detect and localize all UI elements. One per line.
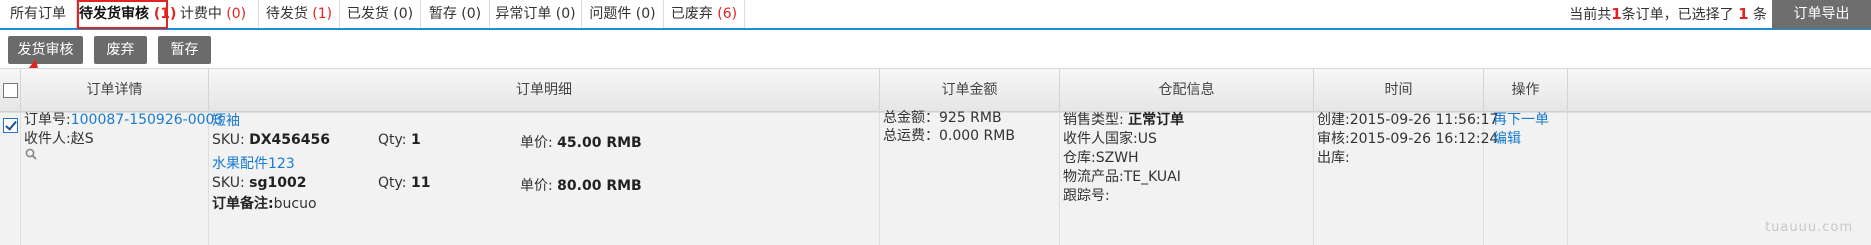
summary-suffix: 条 (1753, 7, 1767, 23)
total-amount: 总金额：925 RMB (883, 110, 1002, 126)
column-time: 时间 (1314, 69, 1484, 112)
order-number: 订单号:100087-150926-0003 (24, 109, 223, 129)
summary-selected: 1 (1738, 5, 1749, 23)
tab-on-hold[interactable]: 暂存 (0) (421, 0, 490, 28)
tab-label: 问题件 (589, 6, 632, 22)
order-remark: 订单备注:bucuo (212, 193, 317, 213)
sku-value: sg1002 (249, 175, 307, 191)
qty-label: Qty: (378, 175, 407, 191)
table-row[interactable]: 订单号:100087-150926-0003 收件人:赵S 短袖 SKU: DX… (0, 110, 1871, 245)
order-number-label: 订单号: (24, 112, 71, 128)
sale-type-label: 销售类型: (1063, 112, 1124, 128)
search-icon[interactable] (25, 148, 37, 160)
item-qty: Qty: 11 (378, 175, 430, 191)
tab-problem-items[interactable]: 问题件 (0) (582, 0, 664, 28)
price-value: 45.00 RMB (557, 135, 642, 151)
reviewed-time: 审核:2015-09-26 16:12:24 (1317, 131, 1499, 147)
summary-prefix: 当前共 (1569, 7, 1612, 23)
select-all-checkbox[interactable] (3, 83, 18, 98)
tab-shipped[interactable]: 已发货 (0) (340, 0, 421, 28)
item-qty: Qty: 1 (378, 132, 421, 148)
orders-table-header: 订单详情 订单明细 订单金额 仓配信息 时间 操作 (0, 68, 1871, 112)
receiver: 收件人:赵S (24, 131, 94, 147)
sku-label: SKU: (212, 132, 245, 148)
selection-summary: 当前共1条订单，已选择了 1 条 (1569, 0, 1767, 28)
tab-label: 已发货 (346, 6, 389, 22)
receiver-country: 收件人国家:US (1063, 131, 1157, 147)
item-name-link[interactable]: 短袖 (212, 110, 240, 130)
tab-discarded[interactable]: 已废弃 (6) (664, 0, 745, 28)
item-price: 单价: 80.00 RMB (520, 175, 642, 195)
qty-value: 1 (410, 132, 421, 148)
tab-pending-review[interactable]: 待发货审核 (1) (77, 0, 176, 29)
remark-label: 订单备注: (212, 196, 274, 212)
tab-billing[interactable]: 计费中 (0) (168, 0, 259, 28)
tab-label: 所有订单 (10, 6, 66, 22)
tab-all-orders[interactable]: 所有订单 (0, 0, 77, 28)
item-name-link[interactable]: 水果配件123 (212, 153, 295, 173)
summary-middle: 条订单，已选择了 (1621, 7, 1734, 23)
order-number-link[interactable]: 100087-150926-0003 (71, 112, 224, 128)
qty-value: 11 (410, 175, 431, 191)
tab-count: (0) (635, 6, 656, 22)
row-select-cell (0, 113, 21, 245)
tab-count: (0) (226, 6, 247, 22)
tab-exception-orders[interactable]: 异常订单 (0) (490, 0, 582, 28)
tab-label: 已废弃 (670, 6, 713, 22)
column-warehouse-info: 仓配信息 (1060, 69, 1314, 112)
tab-count: (1) (312, 6, 333, 22)
sale-type-value: 正常订单 (1128, 112, 1185, 128)
created-time: 创建:2015-09-26 11:56:17 (1317, 112, 1499, 128)
summary-total: 1 (1611, 5, 1622, 23)
price-value: 80.00 RMB (557, 178, 642, 194)
sale-type: 销售类型: 正常订单 (1063, 109, 1184, 129)
warehouse-info-cell: 销售类型: 正常订单 收件人国家:US 仓库:SZWH 物流产品:TE_KUAI… (1060, 112, 1314, 245)
tab-count: (0) (555, 6, 576, 22)
tab-label: 异常订单 (495, 6, 552, 22)
reorder-link[interactable]: 再下一单 (1493, 109, 1549, 129)
hold-button[interactable]: 暂存 (158, 36, 211, 64)
select-all-cell (0, 69, 21, 112)
item-price: 单价: 45.00 RMB (520, 132, 642, 152)
price-label: 单价: (520, 135, 553, 151)
tab-pending-shipment[interactable]: 待发货 (1) (259, 0, 340, 28)
logistics-product: 物流产品:TE_KUAI (1063, 169, 1181, 185)
tab-label: 待发货审核 (79, 6, 149, 22)
column-order-amount: 订单金额 (880, 69, 1060, 112)
export-orders-button[interactable]: 订单导出 (1772, 0, 1871, 29)
tracking-number: 跟踪号: (1063, 188, 1110, 204)
tab-label: 暂存 (428, 6, 457, 22)
shipping-fee: 总运费：0.000 RMB (883, 128, 1015, 144)
order-detail-cell: 订单号:100087-150926-0003 收件人:赵S (21, 112, 223, 245)
tab-count: (0) (393, 6, 414, 22)
column-operations: 操作 (1484, 69, 1568, 112)
shipped-time: 出库: (1317, 150, 1350, 166)
order-management-page: 所有订单 待发货审核 (1) 计费中 (0) 待发货 (1) 已发货 (0) 暂… (0, 0, 1871, 245)
operations-cell: 再下一单 编辑 (1484, 112, 1568, 245)
warehouse: 仓库:SZWH (1063, 150, 1139, 166)
qty-label: Qty: (378, 132, 407, 148)
discard-button[interactable]: 废弃 (94, 36, 147, 64)
price-label: 单价: (520, 178, 553, 194)
time-cell: 创建:2015-09-26 11:56:17 审核:2015-09-26 16:… (1314, 112, 1498, 245)
tab-label: 待发货 (265, 6, 308, 22)
order-status-tabs: 所有订单 待发货审核 (1) 计费中 (0) 待发货 (1) 已发货 (0) 暂… (0, 0, 1871, 30)
sku-value: DX456456 (249, 132, 330, 148)
edit-link[interactable]: 编辑 (1493, 128, 1521, 148)
sku-label: SKU: (212, 175, 245, 191)
item-sku: SKU: sg1002 (212, 175, 306, 191)
watermark: tuauuu.com (1765, 220, 1853, 235)
tab-count: (0) (461, 6, 482, 22)
order-amount-cell: 总金额：925 RMB 总运费：0.000 RMB (880, 110, 1060, 245)
item-sku: SKU: DX456456 (212, 132, 330, 148)
order-items-cell: 短袖 SKU: DX456456 Qty: 1 单价: 45.00 RMB 水果… (209, 113, 880, 245)
tab-count: (6) (717, 6, 738, 22)
column-order-detail: 订单详情 (21, 69, 209, 112)
tab-label: 计费中 (179, 6, 222, 22)
remark-value: bucuo (273, 196, 317, 212)
column-order-items: 订单明细 (209, 69, 880, 112)
row-checkbox[interactable] (3, 118, 18, 133)
